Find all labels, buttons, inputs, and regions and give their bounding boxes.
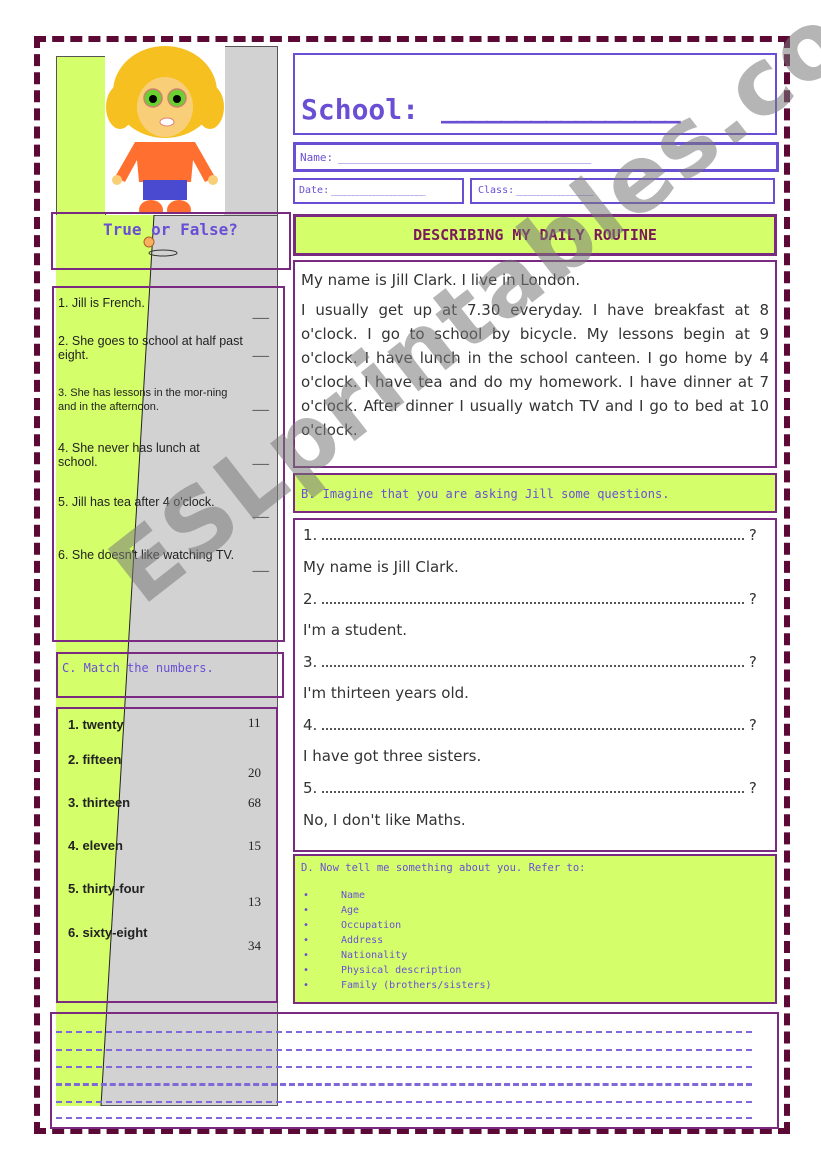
reading-title-box: DESCRIBING MY DAILY ROUTINE	[293, 214, 777, 256]
match-word: 4. eleven	[68, 838, 123, 853]
question-input[interactable]	[322, 665, 745, 667]
match-word: 2. fifteen	[68, 752, 122, 767]
true-false-header: True or False?	[51, 212, 291, 270]
answer-text: My name is Jill Clark.	[303, 558, 459, 576]
match-word: 3. thirteen	[68, 795, 131, 810]
answer-text: I have got three sisters.	[303, 747, 482, 765]
tf-answer-blank[interactable]: ___	[253, 344, 270, 357]
match-word: 1. twenty	[68, 717, 124, 732]
questions-header: B. Imagine that you are asking Jill some…	[293, 473, 777, 513]
writing-line	[56, 1031, 752, 1033]
question-input[interactable]	[322, 538, 745, 540]
match-number: 11	[248, 715, 261, 730]
writing-line	[56, 1083, 752, 1086]
writing-area[interactable]	[50, 1012, 779, 1129]
question-input[interactable]	[322, 791, 745, 793]
name-label: Name:	[300, 151, 334, 164]
writing-line	[56, 1101, 752, 1103]
match-number: 15	[248, 838, 261, 853]
bullet-item: • Address	[303, 935, 384, 946]
questions-title: B. Imagine that you are asking Jill some…	[301, 487, 670, 501]
match-list: 1. twenty 2. fifteen 3. thirteen 4. elev…	[56, 707, 278, 1003]
about-you-title: D. Now tell me something about you. Refe…	[301, 862, 586, 874]
date-input[interactable]: ______________________	[331, 185, 426, 196]
reading-text-box: My name is Jill Clark. I live in London.…	[293, 260, 777, 468]
writing-line	[56, 1049, 752, 1051]
tf-answer-blank[interactable]: ___	[253, 559, 270, 572]
about-you-box: D. Now tell me something about you. Refe…	[293, 854, 777, 1004]
reading-paragraph-2: I usually get up at 7.30 everyday. I hav…	[301, 301, 769, 439]
match-header: C. Match the numbers.	[56, 652, 284, 698]
school-input[interactable]: ________________	[441, 91, 681, 124]
bullet-item: • Age	[303, 905, 360, 916]
class-box: Class: __________________	[470, 178, 775, 204]
match-word: 5. thirty-four	[68, 881, 145, 896]
name-box: Name: __________________________________…	[293, 142, 779, 172]
answer-text: No, I don't like Maths.	[303, 811, 466, 829]
writing-line	[56, 1066, 752, 1068]
about-you-list: • Name • Age • Occupation • Address • Nationa…	[295, 890, 492, 995]
reading-paragraph-1: My name is Jill Clark. I live in London.	[301, 271, 581, 289]
reading-title: DESCRIBING MY DAILY ROUTINE	[413, 226, 657, 244]
name-input[interactable]: ________________________________________	[338, 151, 591, 164]
bullet-item: • Nationality	[303, 950, 408, 961]
match-number: 20	[248, 765, 261, 780]
true-false-list: 1. Jill is French. ___ 2. She goes to sc…	[52, 286, 285, 642]
match-number: 13	[248, 894, 261, 909]
match-word: 6. sixty-eight	[68, 925, 148, 940]
tf-answer-blank[interactable]: ___	[253, 452, 270, 465]
bullet-item: • Name	[303, 890, 366, 901]
questions-box: 1. ? My name is Jill Clark. 2. ? I'm a s…	[293, 518, 777, 852]
class-label: Class:	[478, 185, 515, 196]
match-number: 68	[248, 795, 261, 810]
answer-text: I'm a student.	[303, 621, 407, 639]
writing-line	[56, 1117, 752, 1119]
question-input[interactable]	[322, 602, 745, 604]
date-label: Date:	[299, 185, 330, 196]
match-number: 34	[248, 938, 261, 953]
bullet-item: • Physical description	[303, 965, 462, 976]
tf-answer-blank[interactable]: ___	[253, 505, 270, 518]
pin-icon	[143, 236, 178, 257]
tf-answer-blank[interactable]: ___	[253, 398, 270, 411]
school-box: School: ________________	[293, 53, 777, 135]
date-box: Date: ______________________	[293, 178, 464, 204]
bullet-item: • Occupation	[303, 920, 402, 931]
school-label: School:	[301, 93, 420, 126]
girl-illustration-icon	[105, 42, 225, 212]
tf-answer-blank[interactable]: ___	[253, 306, 270, 319]
bullet-item: • Family (brothers/sisters)	[303, 980, 492, 991]
match-title: C. Match the numbers.	[62, 661, 214, 675]
question-input[interactable]	[322, 728, 745, 730]
class-input[interactable]: __________________	[516, 185, 594, 196]
answer-text: I'm thirteen years old.	[303, 684, 469, 702]
